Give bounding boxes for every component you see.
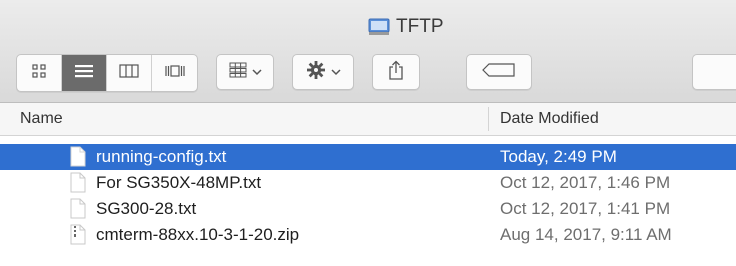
column-header-name[interactable]: Name <box>20 110 63 128</box>
gear-icon <box>306 60 326 85</box>
file-date-modified: Today, 2:49 PM <box>500 147 617 166</box>
group-icon <box>229 62 247 83</box>
file-name: cmterm-88xx.10-3-1-20.zip <box>96 225 300 244</box>
chevron-down-icon <box>330 63 341 81</box>
share-button[interactable] <box>372 54 420 90</box>
file-name: SG300-28.txt <box>96 199 197 218</box>
column-view-button[interactable] <box>107 55 152 91</box>
toolbar <box>16 54 736 92</box>
tag-icon <box>482 62 516 82</box>
group-by-button[interactable] <box>216 54 274 90</box>
share-icon <box>388 60 404 85</box>
file-row[interactable]: For SG350X-48MP.txt Oct 12, 2017, 1:46 P… <box>0 170 736 196</box>
file-name: For SG350X-48MP.txt <box>96 173 262 192</box>
icon-view-button[interactable] <box>17 55 62 91</box>
file-row[interactable]: cmterm-88xx.10-3-1-20.zip Aug 14, 2017, … <box>0 222 736 248</box>
column-view-icon <box>119 63 139 83</box>
tags-button[interactable] <box>466 54 532 90</box>
folder-drive-icon <box>368 18 390 36</box>
list-view-icon <box>74 64 94 83</box>
window-title-text: TFTP <box>396 16 444 37</box>
file-date-modified: Oct 12, 2017, 1:46 PM <box>500 173 671 192</box>
file-row[interactable]: running-config.txt Today, 2:49 PM <box>0 144 736 170</box>
search-field-edge[interactable] <box>692 54 736 90</box>
window-title: TFTP <box>368 14 444 40</box>
column-header-row: Name Date Modified <box>0 103 736 136</box>
icon-view-icon <box>31 63 47 83</box>
file-list: running-config.txt Today, 2:49 PM For SG… <box>0 144 736 248</box>
text-file-icon <box>70 198 86 219</box>
gallery-view-button[interactable] <box>152 55 197 91</box>
text-file-icon <box>70 146 86 167</box>
column-divider[interactable] <box>488 107 489 131</box>
chevron-down-icon <box>251 63 262 81</box>
action-menu-button[interactable] <box>292 54 354 90</box>
file-row[interactable]: SG300-28.txt Oct 12, 2017, 1:41 PM <box>0 196 736 222</box>
gallery-view-icon <box>164 64 186 83</box>
text-file-icon <box>70 172 86 193</box>
file-date-modified: Oct 12, 2017, 1:41 PM <box>500 199 671 218</box>
view-mode-segmented-control <box>16 54 198 92</box>
list-view-button[interactable] <box>62 55 107 91</box>
file-date-modified: Aug 14, 2017, 9:11 AM <box>500 225 672 244</box>
window-titlebar: TFTP <box>0 0 736 103</box>
column-header-date-modified[interactable]: Date Modified <box>500 110 599 128</box>
zip-file-icon <box>70 224 86 245</box>
file-name: running-config.txt <box>96 147 227 166</box>
